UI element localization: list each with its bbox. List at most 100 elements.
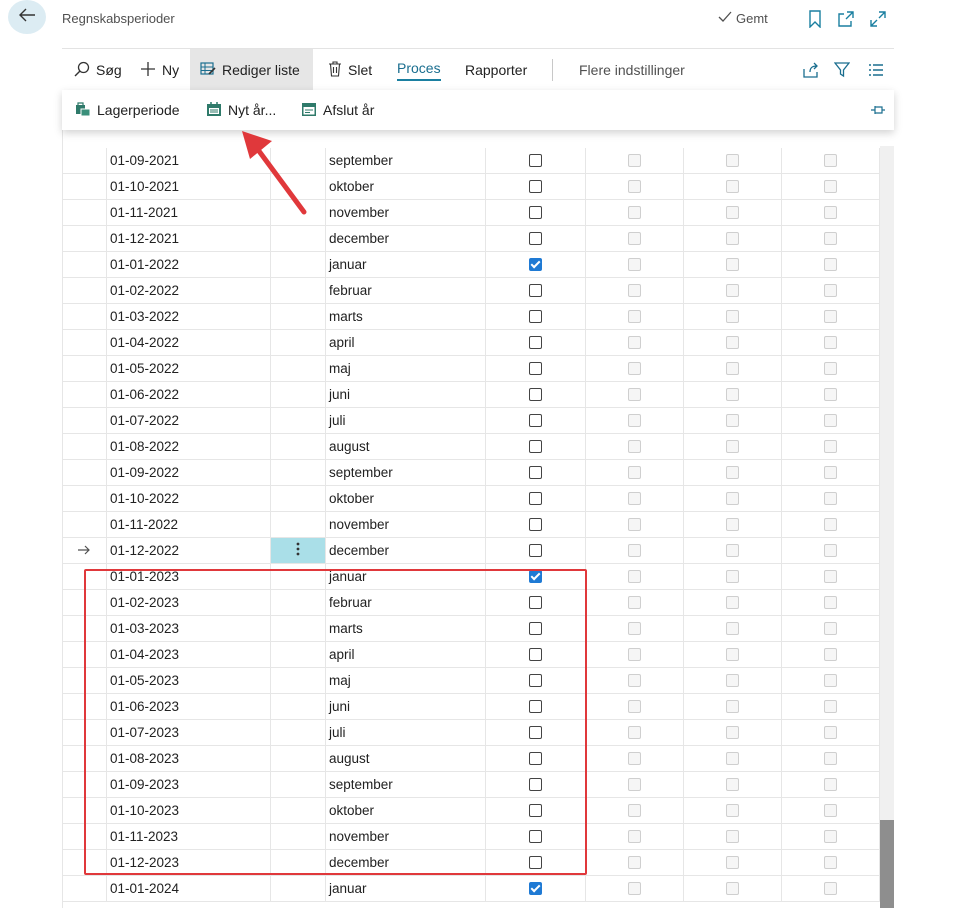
start-date-cell[interactable]: 01-09-2022 (107, 460, 271, 485)
name-cell[interactable]: januar (326, 252, 486, 277)
new-fiscal-year-checkbox[interactable] (529, 154, 542, 167)
new-fiscal-year-cell[interactable] (486, 460, 586, 485)
new-fiscal-year-checkbox[interactable] (529, 180, 542, 193)
row-actions-cell[interactable] (271, 304, 326, 329)
table-row[interactable]: 01-09-2022 september (62, 460, 880, 486)
start-date-cell[interactable]: 01-01-2022 (107, 252, 271, 277)
name-cell[interactable]: august (326, 434, 486, 459)
delete-button[interactable]: Slet (318, 49, 382, 91)
new-fiscal-year-checkbox[interactable] (529, 206, 542, 219)
new-fiscal-year-checkbox[interactable] (529, 284, 542, 297)
row-actions-cell[interactable] (271, 460, 326, 485)
name-cell[interactable]: april (326, 330, 486, 355)
start-date-cell[interactable]: 01-01-2024 (107, 876, 271, 901)
new-fiscal-year-checkbox[interactable] (529, 518, 542, 531)
new-fiscal-year-checkbox[interactable] (529, 440, 542, 453)
new-fiscal-year-checkbox[interactable] (529, 544, 542, 557)
start-date-cell[interactable]: 01-11-2022 (107, 512, 271, 537)
more-dots-icon[interactable] (296, 542, 300, 559)
start-date-cell[interactable]: 01-06-2022 (107, 382, 271, 407)
new-fiscal-year-cell[interactable] (486, 382, 586, 407)
table-row[interactable]: 01-01-2024 januar (62, 876, 880, 902)
new-fiscal-year-checkbox[interactable] (529, 336, 542, 349)
row-actions-cell[interactable] (271, 408, 326, 433)
row-actions-cell[interactable] (271, 356, 326, 381)
new-fiscal-year-cell[interactable] (486, 486, 586, 511)
row-actions-cell[interactable] (271, 876, 326, 901)
new-fiscal-year-cell[interactable] (486, 278, 586, 303)
row-actions-cell[interactable] (271, 382, 326, 407)
row-actions-cell[interactable] (271, 252, 326, 277)
name-cell[interactable]: september (326, 148, 486, 173)
table-row[interactable]: 01-06-2022 juni (62, 382, 880, 408)
new-fiscal-year-cell[interactable] (486, 174, 586, 199)
new-fiscal-year-checkbox[interactable] (529, 362, 542, 375)
name-cell[interactable]: oktober (326, 486, 486, 511)
table-row[interactable]: 01-12-2022 december (62, 538, 880, 564)
table-row[interactable]: 01-12-2021 december (62, 226, 880, 252)
new-fiscal-year-checkbox[interactable] (529, 258, 542, 271)
start-date-cell[interactable]: 01-02-2022 (107, 278, 271, 303)
new-fiscal-year-checkbox[interactable] (529, 466, 542, 479)
bookmark-icon[interactable] (805, 9, 825, 29)
name-cell[interactable]: maj (326, 356, 486, 381)
new-fiscal-year-checkbox[interactable] (529, 882, 542, 895)
scrollbar-thumb[interactable] (880, 820, 894, 908)
new-fiscal-year-cell[interactable] (486, 252, 586, 277)
new-fiscal-year-cell[interactable] (486, 876, 586, 901)
row-actions-cell[interactable] (271, 330, 326, 355)
name-cell[interactable]: februar (326, 278, 486, 303)
name-cell[interactable]: november (326, 512, 486, 537)
new-fiscal-year-checkbox[interactable] (529, 492, 542, 505)
start-date-cell[interactable]: 01-03-2022 (107, 304, 271, 329)
row-actions-cell[interactable] (271, 512, 326, 537)
new-fiscal-year-cell[interactable] (486, 304, 586, 329)
new-fiscal-year-checkbox[interactable] (529, 414, 542, 427)
start-date-cell[interactable]: 01-12-2021 (107, 226, 271, 251)
inventory-period-button[interactable]: Lagerperiode (75, 90, 180, 130)
new-button[interactable]: Ny (130, 49, 189, 91)
new-fiscal-year-cell[interactable] (486, 200, 586, 225)
name-cell[interactable]: september (326, 460, 486, 485)
new-fiscal-year-cell[interactable] (486, 356, 586, 381)
scrollbar-track[interactable] (880, 146, 894, 908)
start-date-cell[interactable]: 01-07-2022 (107, 408, 271, 433)
row-actions-cell[interactable] (271, 278, 326, 303)
row-actions-cell[interactable] (271, 434, 326, 459)
table-row[interactable]: 01-10-2021 oktober (62, 174, 880, 200)
new-fiscal-year-cell[interactable] (486, 434, 586, 459)
table-row[interactable]: 01-11-2021 november (62, 200, 880, 226)
new-fiscal-year-cell[interactable] (486, 408, 586, 433)
filter-icon[interactable] (834, 49, 850, 91)
name-cell[interactable]: oktober (326, 174, 486, 199)
table-row[interactable]: 01-02-2022 februar (62, 278, 880, 304)
list-icon[interactable] (868, 49, 884, 91)
row-actions-cell[interactable] (271, 486, 326, 511)
name-cell[interactable]: juli (326, 408, 486, 433)
name-cell[interactable]: januar (326, 876, 486, 901)
name-cell[interactable]: november (326, 200, 486, 225)
table-row[interactable]: 01-09-2021 september (62, 148, 880, 174)
row-actions-cell[interactable] (271, 538, 326, 563)
table-row[interactable]: 01-11-2022 november (62, 512, 880, 538)
start-date-cell[interactable]: 01-10-2022 (107, 486, 271, 511)
new-fiscal-year-checkbox[interactable] (529, 232, 542, 245)
row-actions-cell[interactable] (271, 226, 326, 251)
expand-icon[interactable] (868, 9, 888, 29)
table-row[interactable]: 01-05-2022 maj (62, 356, 880, 382)
reports-tab[interactable]: Rapporter (455, 49, 537, 91)
table-row[interactable]: 01-10-2022 oktober (62, 486, 880, 512)
name-cell[interactable]: december (326, 226, 486, 251)
new-fiscal-year-cell[interactable] (486, 226, 586, 251)
new-fiscal-year-cell[interactable] (486, 512, 586, 537)
name-cell[interactable]: marts (326, 304, 486, 329)
new-fiscal-year-cell[interactable] (486, 330, 586, 355)
new-fiscal-year-cell[interactable] (486, 148, 586, 173)
new-year-button[interactable]: Nyt år... (206, 90, 276, 130)
table-row[interactable]: 01-08-2022 august (62, 434, 880, 460)
table-row[interactable]: 01-01-2022 januar (62, 252, 880, 278)
name-cell[interactable]: juni (326, 382, 486, 407)
table-row[interactable]: 01-03-2022 marts (62, 304, 880, 330)
more-options-button[interactable]: Flere indstillinger (569, 49, 695, 91)
table-row[interactable]: 01-07-2022 juli (62, 408, 880, 434)
